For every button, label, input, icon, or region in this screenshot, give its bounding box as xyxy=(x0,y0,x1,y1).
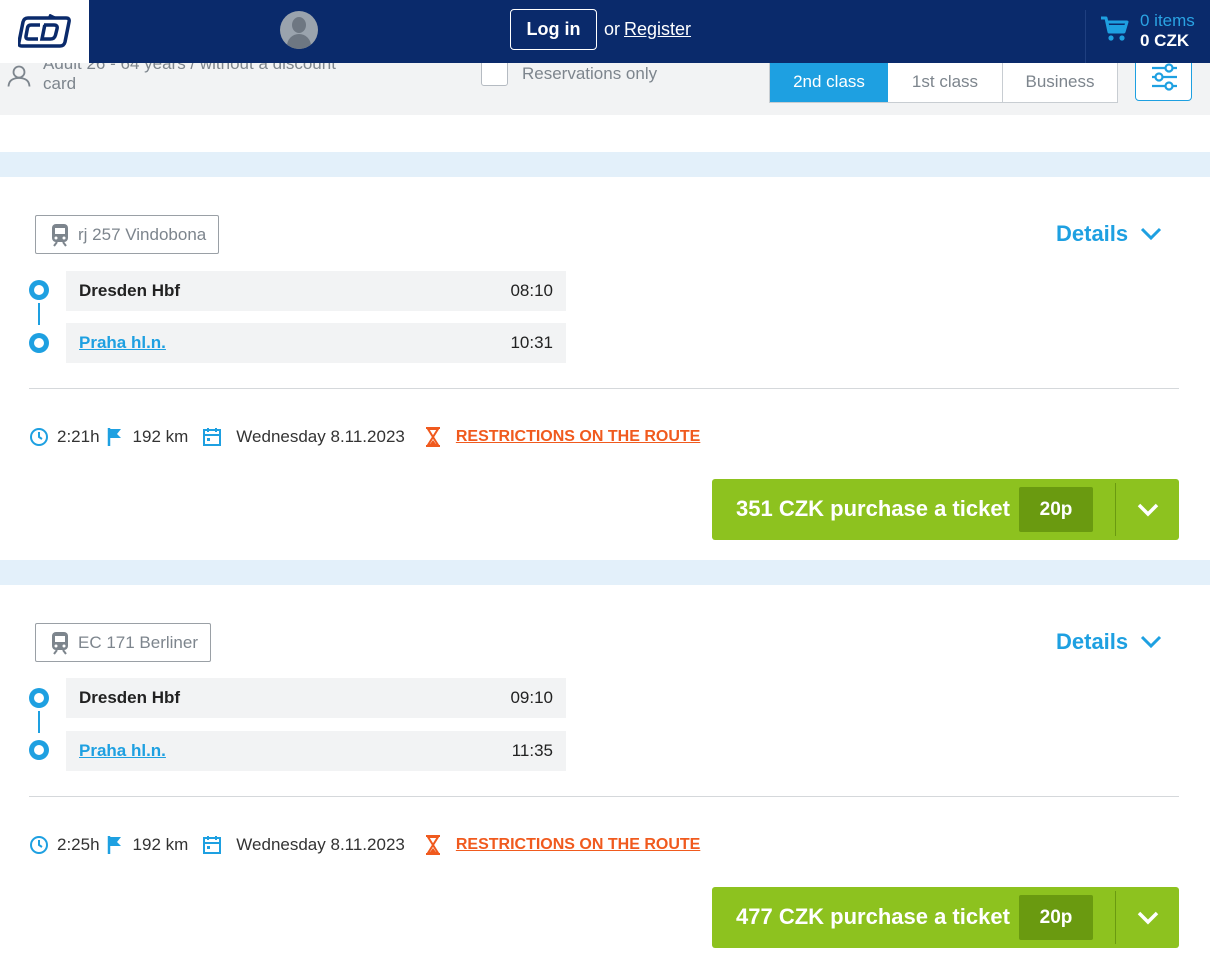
hourglass-icon xyxy=(425,427,440,447)
cd-logo[interactable] xyxy=(0,0,89,63)
travel-class-selector: 2nd class 1st class Business xyxy=(769,63,1118,103)
class-1st-button[interactable]: 1st class xyxy=(888,63,1003,102)
calendar-icon xyxy=(203,836,222,854)
departure-dot xyxy=(29,280,49,300)
departure-time: 08:10 xyxy=(510,281,553,300)
arrival-stop: Praha hl.n. 11:35 xyxy=(66,731,566,771)
chevron-down-icon[interactable] xyxy=(1135,905,1161,931)
trip-info-row: 2:25h 192 km Wednesday 8.11.2023 RESTRIC… xyxy=(29,833,700,857)
trip-distance: 192 km xyxy=(132,835,189,854)
trip-duration: 2:21h xyxy=(57,427,100,446)
arrival-stop: Praha hl.n. 10:31 xyxy=(66,323,566,363)
chevron-down-icon[interactable] xyxy=(1135,497,1161,523)
or-text: or xyxy=(604,19,621,39)
arrival-station-link[interactable]: Praha hl.n. xyxy=(79,333,166,353)
trip-date: Wednesday 8.11.2023 xyxy=(236,427,405,446)
departure-dot xyxy=(29,688,49,708)
avatar-shoulders xyxy=(287,34,311,49)
connection-card: rj 257 Vindobona Details Dresden Hbf 08:… xyxy=(0,177,1210,560)
top-navigation-bar: Log in or Register 0 items 0 CZK xyxy=(0,0,1210,63)
details-label: Details xyxy=(1056,629,1129,654)
departure-station: Dresden Hbf xyxy=(79,688,181,707)
button-separator xyxy=(1115,891,1116,944)
purchase-ticket-button[interactable]: 477 CZK purchase a ticket 20p xyxy=(712,887,1179,948)
section-separator xyxy=(0,152,1210,177)
trip-distance: 192 km xyxy=(132,427,189,446)
timeline-line xyxy=(38,303,40,325)
trip-duration: 2:25h xyxy=(57,835,100,854)
flag-icon xyxy=(107,428,121,446)
departure-stop: Dresden Hbf 09:10 xyxy=(66,678,566,718)
cart-items-count[interactable]: 0 items xyxy=(1140,11,1195,31)
arrival-station-link[interactable]: Praha hl.n. xyxy=(79,741,166,761)
section-separator xyxy=(0,560,1210,585)
arrival-dot xyxy=(29,333,49,353)
departure-time: 09:10 xyxy=(510,688,553,707)
passenger-selector[interactable]: Adult 26 - 64 years / without a discount… xyxy=(43,63,363,94)
seat-availability-badge: 20p xyxy=(1019,487,1093,532)
connection-card: EC 171 Berliner Details Dresden Hbf 09:1… xyxy=(0,585,1210,968)
chevron-down-icon xyxy=(1141,227,1162,241)
seat-availability-badge: 20p xyxy=(1019,895,1093,940)
train-icon xyxy=(52,631,68,655)
details-label: Details xyxy=(1056,221,1129,246)
login-button[interactable]: Log in xyxy=(510,9,597,50)
arrival-time: 11:35 xyxy=(511,741,553,760)
settings-sliders-icon xyxy=(1152,63,1177,91)
details-toggle[interactable]: Details xyxy=(1056,629,1162,655)
clock-icon xyxy=(30,428,48,446)
trip-date: Wednesday 8.11.2023 xyxy=(236,835,405,854)
calendar-icon xyxy=(203,428,222,446)
user-avatar-icon[interactable] xyxy=(280,11,318,49)
purchase-label: 477 CZK purchase a ticket xyxy=(736,904,1010,929)
filter-settings-button[interactable] xyxy=(1135,63,1192,101)
hourglass-icon xyxy=(425,835,440,855)
trip-info-row: 2:21h 192 km Wednesday 8.11.2023 RESTRIC… xyxy=(29,425,700,449)
departure-stop: Dresden Hbf 08:10 xyxy=(66,271,566,311)
purchase-label: 351 CZK purchase a ticket xyxy=(736,496,1010,521)
avatar-head xyxy=(292,17,306,33)
button-separator xyxy=(1115,483,1116,536)
train-name: rj 257 Vindobona xyxy=(78,224,207,244)
reservations-only-checkbox[interactable] xyxy=(481,63,508,86)
card-divider xyxy=(29,796,1179,797)
timeline-line xyxy=(38,711,40,733)
class-business-button[interactable]: Business xyxy=(1003,63,1117,102)
train-badge[interactable]: EC 171 Berliner xyxy=(35,623,212,662)
restrictions-link[interactable]: RESTRICTIONS ON THE ROUTE xyxy=(456,428,700,446)
card-divider xyxy=(29,388,1179,389)
cart-icon[interactable] xyxy=(1100,15,1130,43)
details-toggle[interactable]: Details xyxy=(1056,221,1162,247)
passenger-icon xyxy=(7,65,31,87)
cart-total[interactable]: 0 CZK xyxy=(1140,31,1189,51)
purchase-ticket-button[interactable]: 351 CZK purchase a ticket 20p xyxy=(712,479,1179,540)
arrival-time: 10:31 xyxy=(510,333,553,352)
train-icon xyxy=(52,223,68,247)
reservations-only-label[interactable]: Reservations only xyxy=(522,64,657,84)
train-badge[interactable]: rj 257 Vindobona xyxy=(35,215,220,254)
cart-divider xyxy=(1085,10,1086,63)
train-name: EC 171 Berliner xyxy=(78,632,199,652)
cd-logo-icon xyxy=(17,13,71,48)
restrictions-link[interactable]: RESTRICTIONS ON THE ROUTE xyxy=(456,836,700,854)
chevron-down-icon xyxy=(1141,635,1162,649)
search-filter-bar: Adult 26 - 64 years / without a discount… xyxy=(0,63,1210,115)
register-link[interactable]: Register xyxy=(624,19,691,40)
class-2nd-button[interactable]: 2nd class xyxy=(770,63,888,102)
departure-station: Dresden Hbf xyxy=(79,281,181,300)
clock-icon xyxy=(30,836,48,854)
flag-icon xyxy=(107,836,121,854)
arrival-dot xyxy=(29,740,49,760)
